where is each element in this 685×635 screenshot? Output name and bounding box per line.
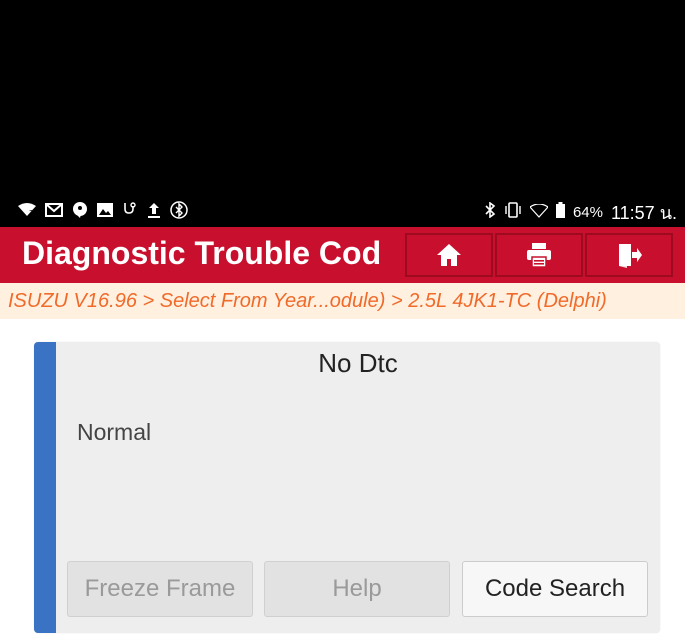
home-button[interactable] xyxy=(405,233,493,277)
svg-text:?: ? xyxy=(29,209,33,217)
freeze-frame-button[interactable]: Freeze Frame xyxy=(67,561,253,617)
title-bar: Diagnostic Trouble Cod xyxy=(0,227,685,283)
page-title: Diagnostic Trouble Cod xyxy=(22,235,382,271)
bluetooth-icon xyxy=(484,201,496,222)
vibrate-icon xyxy=(504,202,522,222)
help-button[interactable]: Help xyxy=(264,561,450,617)
breadcrumb: ISUZU V16.96 > Select From Year...odule)… xyxy=(0,283,685,319)
battery-percent: 64% xyxy=(572,203,603,221)
battery-icon xyxy=(555,202,565,222)
status-bar: ? 64% 11:57 น. xyxy=(0,197,685,227)
wifi-question-icon: ? xyxy=(18,203,36,221)
card-accent-stripe xyxy=(34,342,56,633)
exit-icon xyxy=(619,244,642,268)
card-status: Normal xyxy=(77,419,152,445)
dtc-card: No Dtc Normal Freeze Frame Help Code Sea… xyxy=(34,342,660,633)
home-icon xyxy=(437,244,461,266)
status-right: 64% 11:57 น. xyxy=(484,198,677,227)
print-icon xyxy=(527,243,551,268)
image-icon xyxy=(97,203,113,221)
signal-icon xyxy=(529,202,549,222)
print-button[interactable] xyxy=(495,233,583,277)
mail-icon xyxy=(45,203,63,221)
bluetooth-box-icon xyxy=(170,201,188,223)
upload-icon xyxy=(147,202,161,222)
chat-icon xyxy=(72,202,88,222)
exit-button[interactable] xyxy=(585,233,673,277)
status-left: ? xyxy=(18,201,188,223)
clock: 11:57 น. xyxy=(610,202,677,223)
stethoscope-icon xyxy=(122,202,138,222)
card-title: No Dtc xyxy=(318,348,398,378)
video-area xyxy=(0,0,685,197)
code-search-button[interactable]: Code Search xyxy=(462,561,648,617)
